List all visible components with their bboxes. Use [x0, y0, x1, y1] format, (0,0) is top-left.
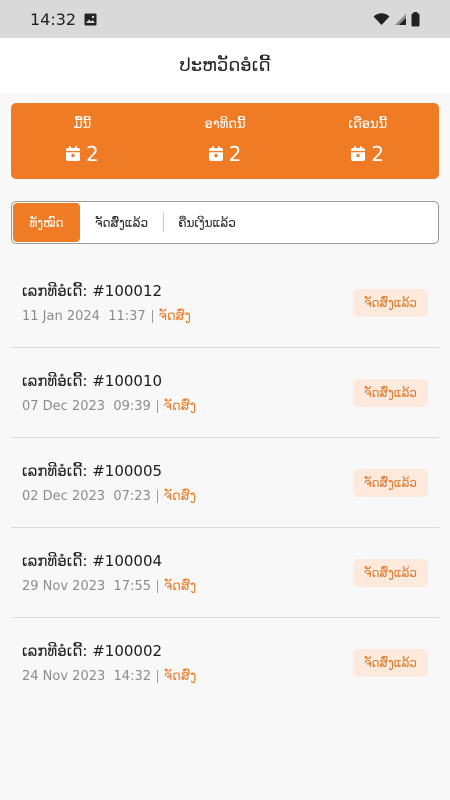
order-list: ເລກທີອໍເດີ້: #100012 11 Jan 2024 11:37 ຈ… [0, 258, 450, 708]
order-time: 17:55 [113, 578, 151, 594]
image-icon [84, 13, 97, 26]
order-date: 24 Nov 2023 [22, 669, 106, 684]
calendar-icon [351, 146, 366, 161]
order-meta: 24 Nov 2023 14:32 ຈັດສົ່ງ [22, 669, 196, 684]
meta-divider [151, 309, 153, 323]
meta-divider [157, 670, 158, 683]
tab-all[interactable]: ທັງໝົດ [13, 203, 80, 242]
order-date: 11 Jan 2024 [22, 308, 100, 324]
status-badge: ຈັດສົ່ງແລ້ວ [352, 468, 428, 497]
order-date: 29 Nov 2023 [22, 578, 106, 594]
summary-month-count-row: 2 [351, 142, 384, 166]
order-number: ເລກທີອໍເດີ້: #100012 [22, 281, 163, 300]
status-badge: ຈັດສົ່ງແລ້ວ [352, 288, 428, 317]
summary-month-label: ເດືອນນີ້ [348, 116, 388, 132]
status-badge: ຈັດສົ່ງແລ້ວ [352, 649, 428, 677]
order-row[interactable]: ເລກທີອໍເດີ້: #100010 07 Dec 2023 09:39 ຈ… [11, 348, 439, 438]
order-info: ເລກທີອໍເດີ້: #100002 24 Nov 2023 14:32 ຈ… [22, 642, 196, 684]
order-info: ເລກທີອໍເດີ້: #100012 11 Jan 2024 11:37 ຈ… [22, 282, 191, 324]
order-time: 09:39 [113, 398, 151, 414]
order-time: 14:32 [113, 669, 151, 684]
filter-tabs: ທັງໝົດ ຈັດສົ່ງແລ້ວ ຄືນເງິນແລ້ວ [11, 201, 439, 244]
order-meta: 02 Dec 2023 07:23 ຈັດສົ່ງ [22, 489, 196, 504]
order-meta: 11 Jan 2024 11:37 ຈັດສົ່ງ [22, 309, 191, 324]
wifi-icon [373, 12, 390, 26]
summary-today-count: 2 [85, 141, 99, 166]
status-time: 14:32 [30, 9, 77, 29]
status-bar: 14:32 [0, 0, 450, 38]
app-header: ປະຫວັດອໍເດີ້ [0, 38, 450, 93]
calendar-icon [65, 146, 80, 161]
summary-month-count: 2 [371, 141, 385, 166]
order-date: 02 Dec 2023 [22, 488, 106, 504]
order-info: ເລກທີອໍເດີ້: #100004 29 Nov 2023 17:55 ຈ… [22, 552, 196, 594]
order-number: ເລກທີອໍເດີ້: #100005 [22, 461, 163, 480]
status-right [373, 11, 420, 27]
status-badge: ຈັດສົ່ງແລ້ວ [352, 558, 428, 587]
summary-week-label: ອາທິດນີ້ [204, 116, 246, 132]
order-delivery-type: ຈັດສົ່ງ [164, 669, 197, 684]
battery-icon [411, 11, 420, 27]
order-delivery-type: ຈັດສົ່ງ [164, 578, 197, 594]
order-number: ເລກທີອໍເດີ້: #100010 [22, 371, 163, 390]
order-info: ເລກທີອໍເດີ້: #100005 02 Dec 2023 07:23 ຈ… [22, 462, 196, 504]
summary-week-count: 2 [228, 141, 242, 166]
order-row[interactable]: ເລກທີອໍເດີ້: #100012 11 Jan 2024 11:37 ຈ… [11, 258, 439, 348]
summary-month: ເດືອນນີ້ 2 [296, 103, 439, 179]
status-badge: ຈັດສົ່ງແລ້ວ [352, 378, 428, 407]
signal-icon [394, 13, 407, 26]
meta-divider [156, 399, 158, 413]
calendar-icon [208, 146, 223, 161]
order-delivery-type: ຈັດສົ່ງ [158, 308, 191, 324]
order-number: ເລກທີອໍເດີ້: #100004 [22, 551, 163, 570]
summary-week: ອາທິດນີ້ 2 [154, 103, 297, 179]
order-meta: 29 Nov 2023 17:55 ຈັດສົ່ງ [22, 579, 196, 594]
meta-divider [157, 579, 158, 593]
order-delivery-type: ຈັດສົ່ງ [163, 398, 197, 414]
tab-delivered[interactable]: ຈັດສົ່ງແລ້ວ [80, 203, 163, 242]
order-row[interactable]: ເລກທີອໍເດີ້: #100002 24 Nov 2023 14:32 ຈ… [11, 618, 439, 708]
order-meta: 07 Dec 2023 09:39 ຈັດສົ່ງ [22, 399, 196, 414]
order-row[interactable]: ເລກທີອໍເດີ້: #100005 02 Dec 2023 07:23 ຈ… [11, 438, 439, 528]
summary-week-count-row: 2 [208, 141, 242, 166]
order-date: 07 Dec 2023 [22, 398, 106, 414]
order-info: ເລກທີອໍເດີ້: #100010 07 Dec 2023 09:39 ຈ… [22, 372, 196, 414]
page-title: ປະຫວັດອໍເດີ້ [179, 55, 271, 76]
order-row[interactable]: ເລກທີອໍເດີ້: #100004 29 Nov 2023 17:55 ຈ… [11, 528, 439, 618]
status-left: 14:32 [30, 10, 97, 29]
summary-card: ມື້ນີ້ 2 ອາທິດນີ້ 2 ເດືອນນີ້ 2 [11, 103, 439, 179]
order-time: 11:37 [108, 308, 146, 324]
summary-today-label: ມື້ນີ້ [73, 116, 92, 132]
order-time: 07:23 [113, 488, 151, 504]
order-delivery-type: ຈັດສົ່ງ [163, 488, 197, 504]
summary-today-count-row: 2 [65, 141, 99, 166]
order-number: ເລກທີອໍເດີ້: #100002 [22, 642, 163, 660]
meta-divider [156, 489, 158, 503]
summary-today: ມື້ນີ້ 2 [11, 103, 154, 179]
tab-refunded[interactable]: ຄືນເງິນແລ້ວ [164, 203, 250, 242]
